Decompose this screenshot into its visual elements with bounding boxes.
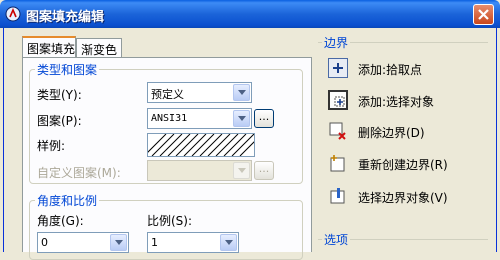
- window-title: 图案填充编辑: [26, 10, 105, 25]
- select-boundary-objects-icon: [328, 186, 348, 206]
- tab-hatch-label: 图案填充: [27, 42, 76, 56]
- angle-value: 0: [41, 236, 48, 249]
- remove-boundaries-label: 删除边界(D): [358, 126, 425, 140]
- add-select-objects-button[interactable]: 添加:选择对象: [328, 90, 488, 112]
- close-button[interactable]: [473, 4, 494, 25]
- type-dropdown-button[interactable]: [233, 84, 250, 101]
- boundary-group: 边界: [318, 34, 488, 51]
- ansi31-hatch-pattern: [143, 133, 263, 157]
- scale-label: 比例(S):: [147, 214, 193, 228]
- sample-label: 样例:: [37, 139, 66, 153]
- close-icon: [478, 9, 489, 20]
- custom-pattern-combo[interactable]: [147, 160, 252, 181]
- view-selections-button[interactable]: 选择边界对象(V): [328, 186, 488, 208]
- add-pick-points-label: 添加:拾取点: [358, 63, 423, 77]
- scale-value: 1: [151, 236, 158, 249]
- scale-combo[interactable]: 1: [147, 232, 239, 253]
- custom-dropdown-button[interactable]: [233, 162, 250, 179]
- angle-combo[interactable]: 0: [37, 232, 129, 253]
- view-selections-label: 选择边界对象(V): [358, 191, 448, 205]
- pattern-value: ANSI31: [151, 113, 188, 124]
- remove-boundary-icon: [328, 121, 348, 141]
- remove-boundaries-button[interactable]: 删除边界(D): [328, 121, 488, 143]
- chevron-down-icon: [238, 168, 246, 173]
- type-pattern-group-title: 类型和图案: [35, 61, 100, 78]
- boundary-group-title: 边界: [322, 34, 351, 51]
- custom-pattern-label: 自定义图案(M):: [37, 166, 121, 180]
- type-combo[interactable]: 预定义: [147, 82, 252, 103]
- chevron-down-icon: [225, 240, 233, 245]
- angle-label: 角度(G):: [37, 214, 84, 228]
- angle-dropdown-button[interactable]: [110, 234, 127, 251]
- pattern-dropdown-button[interactable]: [233, 110, 250, 127]
- chevron-down-icon: [238, 116, 246, 121]
- recreate-boundary-button[interactable]: 重新创建边界(R): [328, 153, 488, 175]
- pattern-label: 图案(P):: [37, 114, 82, 128]
- chevron-down-icon: [238, 90, 246, 95]
- tab-hatch[interactable]: 图案填充: [22, 36, 76, 58]
- type-value: 预定义: [151, 88, 184, 101]
- hatch-sample-swatch[interactable]: [143, 133, 263, 157]
- tab-gradient-label: 渐变色: [81, 43, 118, 57]
- angle-scale-group-title: 角度和比例: [35, 192, 100, 209]
- add-pick-points-button[interactable]: 添加:拾取点: [328, 58, 488, 80]
- pattern-combo[interactable]: ANSI31: [147, 108, 252, 129]
- options-group: 选项: [318, 231, 488, 248]
- tab-gradient[interactable]: 渐变色: [76, 38, 122, 57]
- recreate-boundary-icon: [328, 153, 348, 173]
- options-group-title: 选项: [322, 231, 351, 248]
- type-label: 类型(Y):: [37, 88, 82, 102]
- pattern-browse-button[interactable]: ...: [254, 109, 274, 128]
- autocad-app-icon: [5, 6, 21, 22]
- custom-pattern-browse-button[interactable]: ...: [254, 161, 274, 180]
- recreate-boundary-label: 重新创建边界(R): [358, 158, 448, 172]
- select-objects-icon: [328, 90, 348, 110]
- add-select-objects-label: 添加:选择对象: [358, 95, 435, 109]
- pick-point-icon: [328, 58, 348, 78]
- scale-dropdown-button[interactable]: [220, 234, 237, 251]
- title-bar: 图案填充编辑: [0, 0, 500, 28]
- hatch-tab-panel: 类型和图案 类型(Y): 预定义 图案(P): ANSI31 ... 样例: 自…: [22, 57, 312, 260]
- chevron-down-icon: [115, 240, 123, 245]
